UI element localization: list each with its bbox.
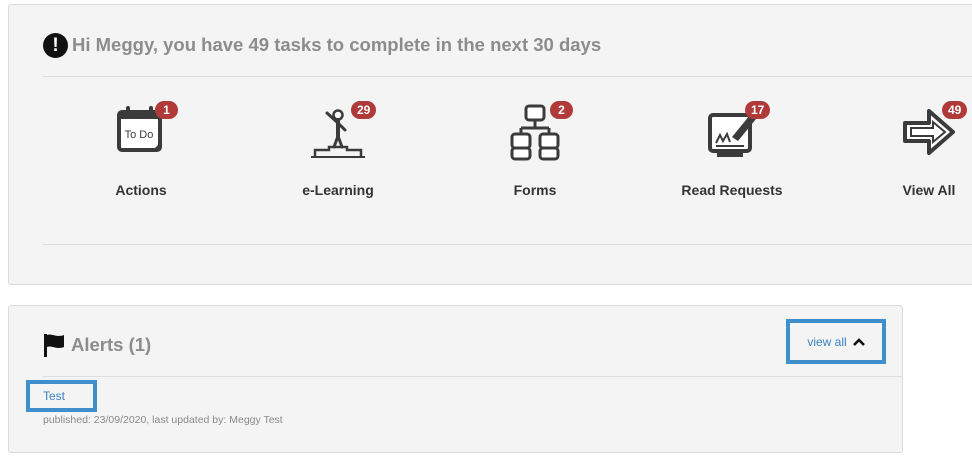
forms-count-badge: 2 [550,101,573,119]
exclamation-circle-icon: ! [43,32,68,58]
alerts-panel: Alerts (1) view all Test published: 23/0… [8,305,903,453]
view-all-count-badge: 49 [942,101,968,119]
tile-e-learning[interactable]: 29 e-Learning [263,101,413,211]
alert-item-meta: published: 23/09/2020, last updated by: … [43,414,283,426]
view-all-label: view all [807,334,847,349]
tile-read-requests-label: Read Requests [681,182,783,198]
tasks-title: Hi Meggy, you have 49 tasks to complete … [72,34,602,55]
tile-read-requests[interactable]: 17 Read Requests [657,101,807,211]
alerts-title: Alerts (1) [71,334,152,355]
tile-forms-label: Forms [513,182,557,198]
alerts-divider [43,376,903,377]
tile-forms[interactable]: 2 Forms [460,101,610,211]
tile-view-all-label: View All [902,182,956,198]
tasks-divider-bottom [43,244,972,245]
alert-item-link[interactable]: Test [26,380,97,412]
tasks-panel: ! Hi Meggy, you have 49 tasks to complet… [8,4,972,285]
e-learning-count-badge: 29 [351,101,377,119]
tile-e-learning-label: e-Learning [302,182,374,198]
todo-icon-text: To Do [125,129,154,141]
chevron-up-icon [852,337,865,346]
flag-icon [44,334,64,357]
tile-actions[interactable]: To Do 1 Actions [66,101,216,211]
alert-item-title: Test [43,389,66,403]
tasks-heading: ! Hi Meggy, you have 49 tasks to complet… [43,32,601,58]
tasks-divider-top [43,76,972,77]
actions-count-badge: 1 [155,101,178,119]
tile-actions-label: Actions [115,182,167,198]
alerts-heading: Alerts (1) [43,332,151,358]
view-all-button[interactable]: view all [786,319,886,364]
tile-view-all[interactable]: 49 View All [854,101,972,211]
read-requests-count-badge: 17 [745,101,771,119]
